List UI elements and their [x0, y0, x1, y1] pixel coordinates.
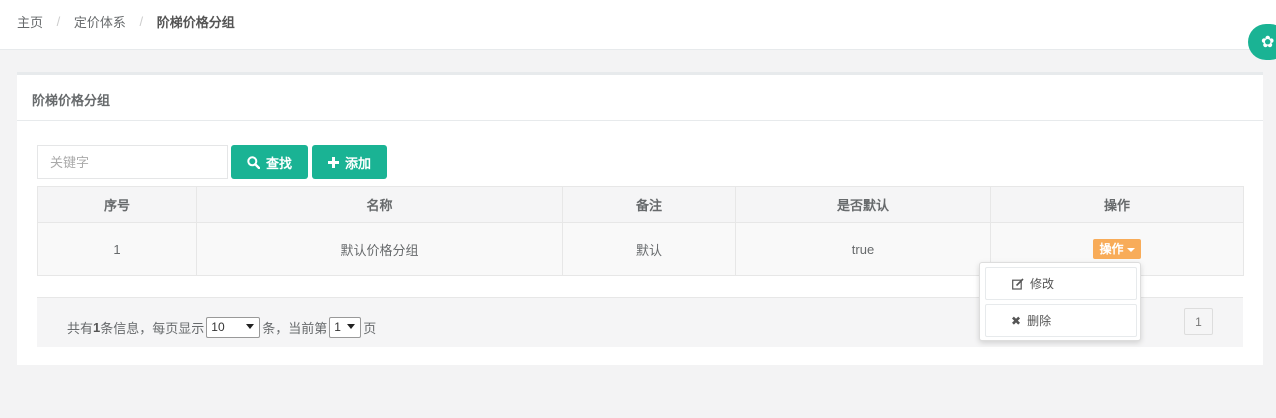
delete-menu-item[interactable]: ✖ 删除	[985, 304, 1137, 337]
cell-index: 1	[37, 222, 197, 276]
breadcrumb-current: 阶梯价格分组	[156, 15, 235, 30]
breadcrumb-home[interactable]: 主页	[17, 12, 43, 31]
chevron-down-icon	[246, 324, 255, 329]
pagination-info: 共有 1 条信息，每页显示 10 条，当前第 1 页	[67, 317, 376, 338]
search-icon	[247, 155, 260, 169]
panel-title: 阶梯价格分组	[17, 75, 1263, 121]
actions-button-label: 操作	[1099, 242, 1124, 256]
keyword-search-input[interactable]	[37, 145, 228, 179]
pager-end-text: 页	[363, 321, 377, 336]
edit-icon	[1012, 277, 1024, 290]
column-header-name[interactable]: 名称	[196, 186, 563, 223]
cell-default: true	[735, 222, 991, 276]
column-header-index[interactable]: 序号	[37, 186, 197, 223]
edit-menu-item[interactable]: 修改	[985, 267, 1137, 300]
caret-down-icon	[1126, 247, 1135, 252]
settings-toggle-button[interactable]: ✿	[1248, 24, 1276, 60]
edit-menu-label: 修改	[1030, 277, 1055, 291]
breadcrumb: 主页 / 定价体系 / 阶梯价格分组	[17, 12, 235, 31]
plus-icon	[327, 156, 339, 168]
cell-remark: 默认	[562, 222, 736, 276]
pager-total-prefix: 共有	[67, 321, 94, 336]
chevron-down-icon	[347, 324, 356, 329]
page-number-value: 1	[334, 320, 341, 334]
close-icon: ✖	[1011, 313, 1022, 328]
delete-menu-label: 删除	[1027, 314, 1052, 328]
page-size-select[interactable]: 10	[206, 317, 261, 338]
column-header-actions: 操作	[990, 186, 1244, 223]
pager-total-count: 1	[93, 320, 101, 335]
page-button-1[interactable]: 1	[1184, 308, 1213, 335]
column-header-default[interactable]: 是否默认	[735, 186, 991, 223]
breadcrumb-separator: /	[139, 14, 144, 29]
add-button-label: 添加	[344, 155, 371, 171]
column-header-remark[interactable]: 备注	[562, 186, 736, 223]
actions-dropdown-menu: 修改 ✖ 删除	[979, 262, 1141, 341]
table-header-row: 序号 名称 备注 是否默认 操作	[37, 186, 1244, 223]
pager-mid-text: 条，当前第	[262, 321, 328, 336]
add-button[interactable]: 添加	[312, 145, 387, 179]
breadcrumb-separator: /	[56, 14, 61, 29]
breadcrumb-section[interactable]: 定价体系	[74, 12, 126, 31]
pager-total-suffix: 条信息，每页显示	[100, 321, 205, 336]
page-size-value: 10	[211, 320, 225, 334]
gear-icon: ✿	[1261, 34, 1275, 51]
top-bar: 主页 / 定价体系 / 阶梯价格分组	[0, 0, 1276, 50]
cell-name: 默认价格分组	[196, 222, 563, 276]
page-number-select[interactable]: 1	[329, 317, 362, 338]
search-button[interactable]: 查找	[231, 145, 308, 179]
search-button-label: 查找	[265, 155, 292, 171]
actions-dropdown-button[interactable]: 操作	[1093, 239, 1141, 259]
content-panel: 阶梯价格分组 查找 添加 序号 名称 备注 是否默认 操作	[17, 72, 1263, 365]
